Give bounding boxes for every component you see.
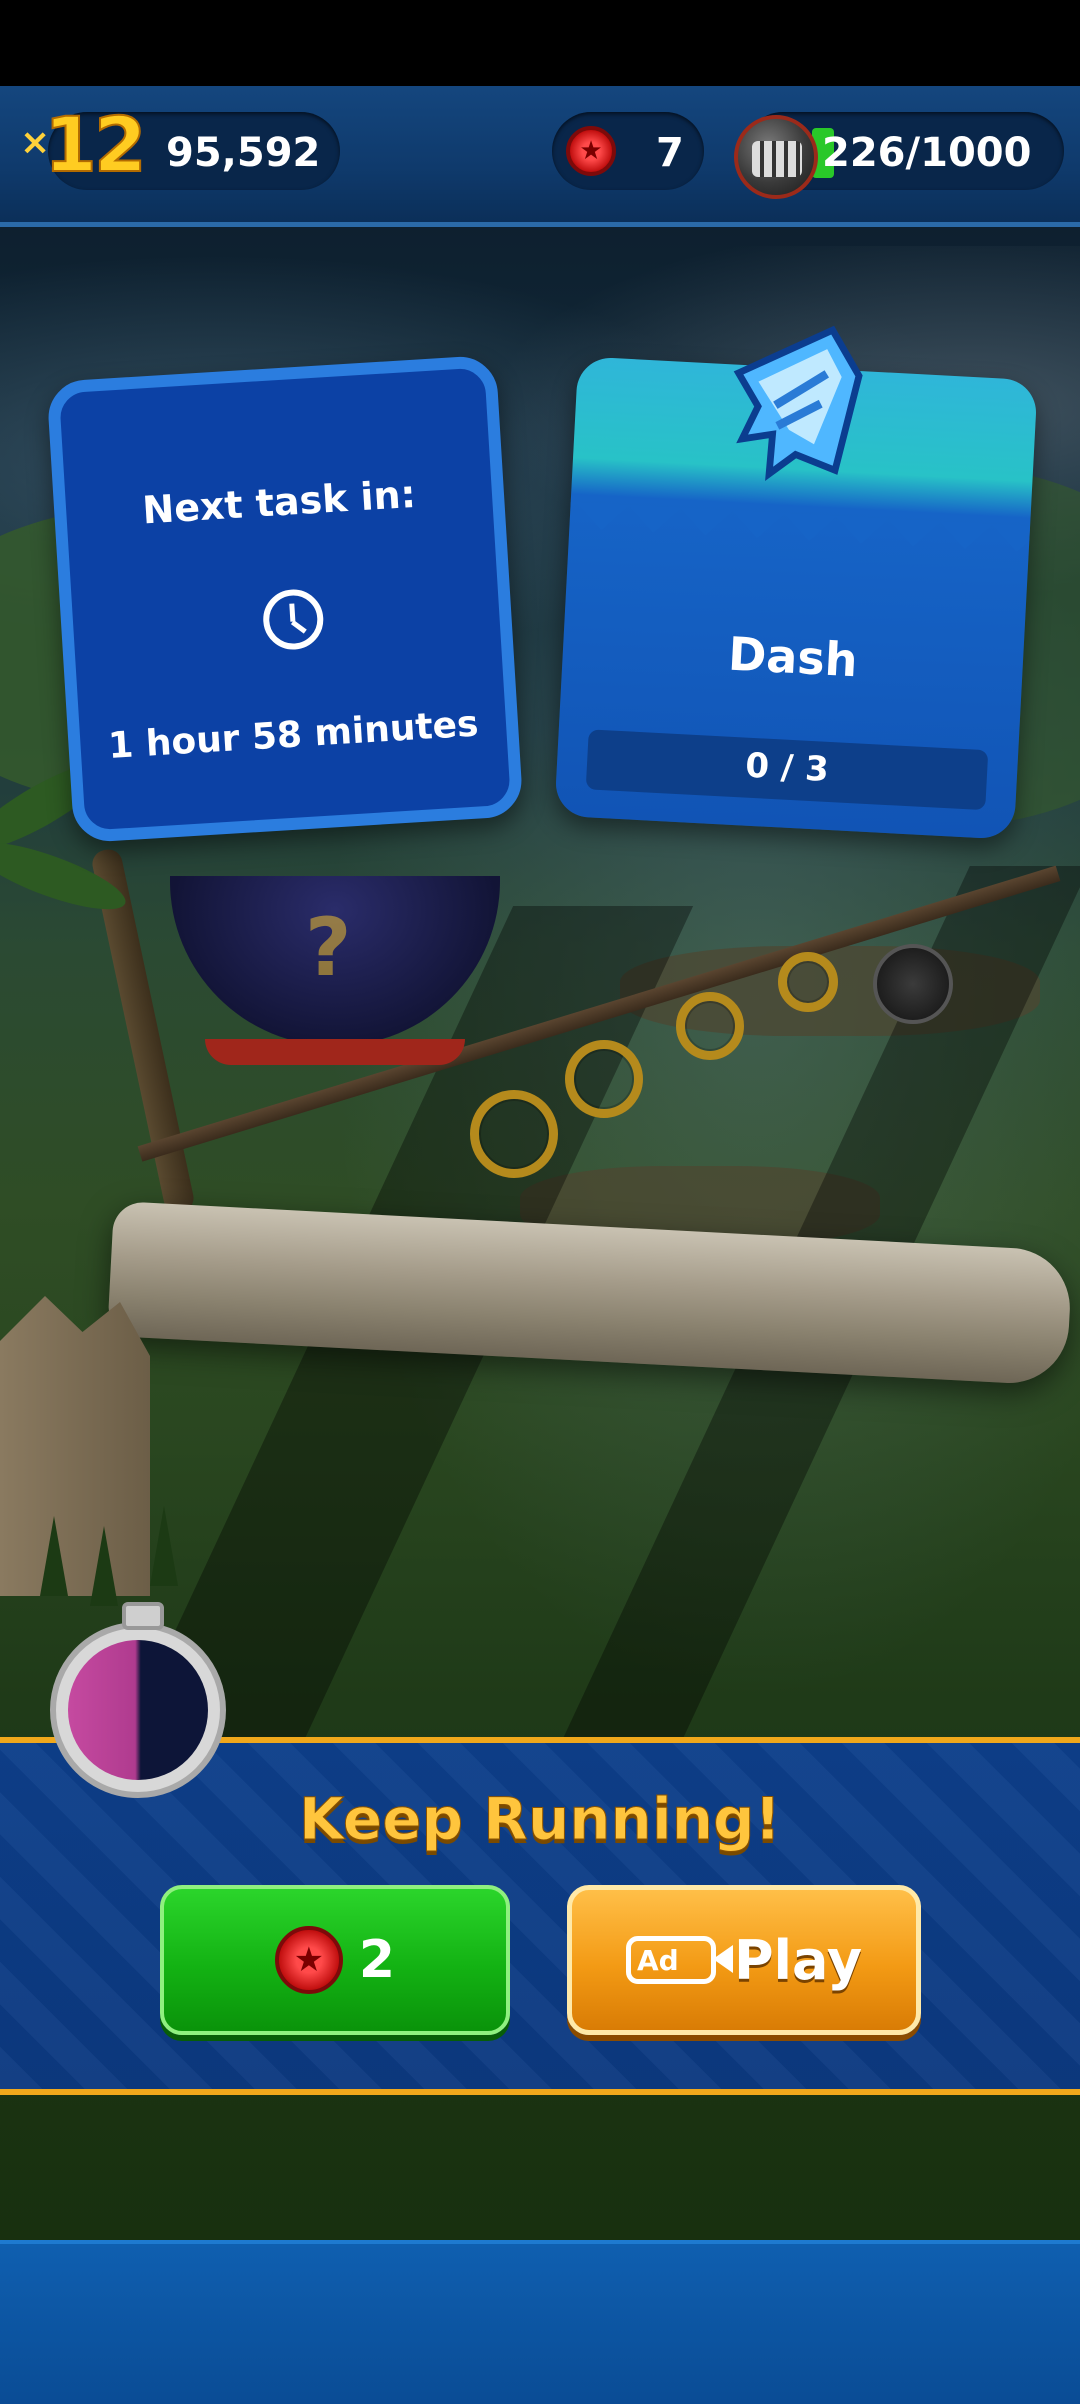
- mission-progress-text: 0 / 3: [744, 745, 830, 790]
- red-star-ring-icon: ★: [274, 1926, 343, 1994]
- ring: [778, 952, 838, 1012]
- keep-running-title: Keep Running!: [299, 1785, 782, 1854]
- next-task-title: Next task in:: [141, 471, 418, 533]
- red-star-ring-icon: ★: [566, 126, 616, 176]
- status-bar: [0, 0, 1080, 86]
- event-token-count: 226/1000: [822, 130, 1032, 176]
- ring: [470, 1090, 558, 1178]
- stopwatch-icon: [50, 1602, 226, 1798]
- red-star-cost: 2: [358, 1930, 396, 1990]
- continue-with-red-rings-button[interactable]: ★ 2: [160, 1885, 510, 2035]
- mission-progress: 0 / 3: [585, 729, 989, 811]
- ring: [565, 1040, 643, 1118]
- red-star-rings-count: 7: [656, 130, 684, 176]
- fallen-log: [107, 1200, 1073, 1387]
- clock-icon: [261, 587, 326, 652]
- next-task-time: 1 hour 58 minutes: [107, 703, 480, 768]
- ring: [676, 992, 744, 1060]
- mission-title: Dash: [726, 626, 859, 688]
- tree-stump: [0, 1296, 150, 1596]
- next-task-card: Next task in: 1 hour 58 minutes: [46, 354, 524, 844]
- eggman-token-icon: [873, 944, 953, 1024]
- bottom-bar: [0, 2240, 1080, 2404]
- play-label: Play: [733, 1928, 863, 1992]
- score-value: 95,592: [166, 130, 321, 176]
- watch-ad-play-button[interactable]: Ad Play: [567, 1885, 921, 2035]
- eggman-token-icon: [734, 115, 818, 199]
- video-ad-icon: Ad: [625, 1936, 733, 1984]
- question-mark-icon: ?: [305, 901, 352, 994]
- score-multiplier: 12: [43, 99, 148, 190]
